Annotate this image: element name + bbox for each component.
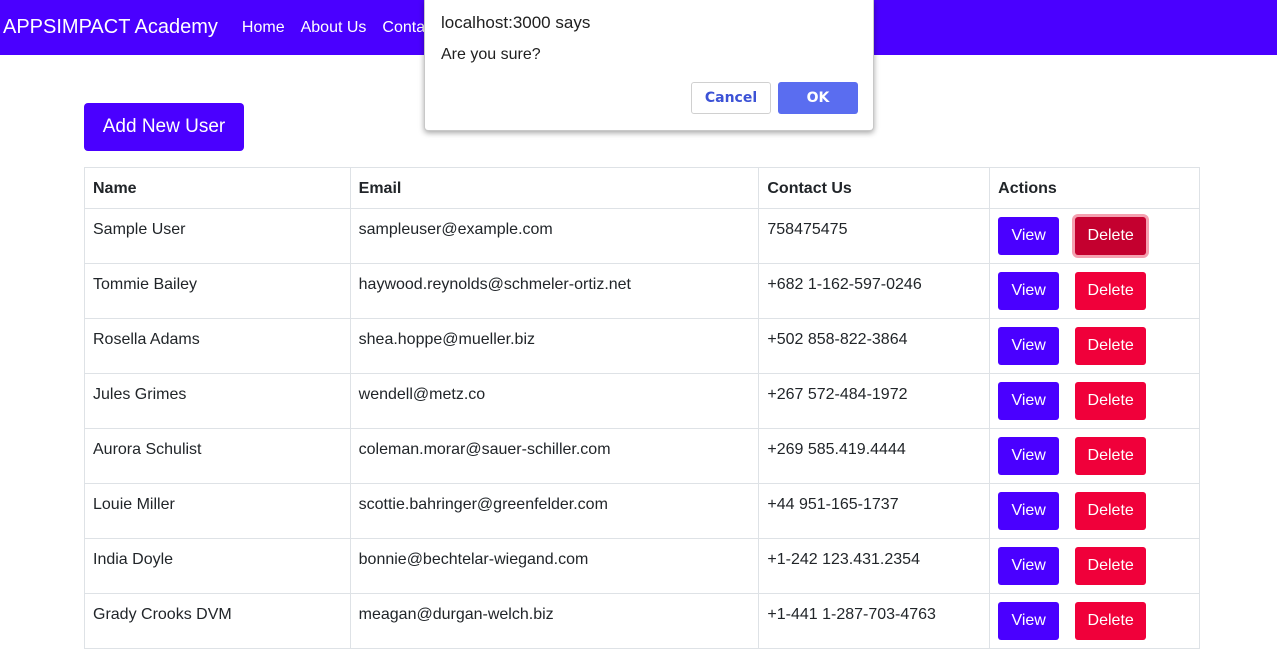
cell-name: Aurora Schulist: [84, 428, 351, 484]
view-button[interactable]: View: [998, 602, 1060, 640]
table-row: Louie Miller scottie.bahringer@greenfeld…: [84, 483, 1200, 539]
cell-name: Grady Crooks DVM: [84, 593, 351, 649]
dialog-title: localhost:3000 says: [441, 13, 591, 32]
view-button[interactable]: View: [998, 217, 1060, 255]
delete-button[interactable]: Delete: [1075, 272, 1147, 310]
delete-button[interactable]: Delete: [1075, 327, 1147, 365]
header-name: Name: [84, 167, 351, 209]
cell-actions: View Delete: [989, 538, 1200, 594]
view-button[interactable]: View: [998, 492, 1060, 530]
nav-link-home[interactable]: Home: [242, 19, 285, 37]
cell-contact: +502 858-822-3864: [758, 318, 991, 374]
delete-button[interactable]: Delete: [1075, 437, 1147, 475]
brand-logo[interactable]: APPSIMPACT Academy: [3, 16, 218, 39]
cell-email: haywood.reynolds@schmeler-ortiz.net: [349, 263, 760, 319]
table-row: India Doyle bonnie@bechtelar-wiegand.com…: [84, 538, 1200, 594]
cell-contact: +682 1-162-597-0246: [758, 263, 991, 319]
cell-name: Rosella Adams: [84, 318, 351, 374]
cell-name: Jules Grimes: [84, 373, 351, 429]
cell-contact: +1-242 123.431.2354: [758, 538, 991, 594]
cell-contact: +269 585.419.4444: [758, 428, 991, 484]
add-new-user-button[interactable]: Add New User: [84, 103, 244, 151]
dialog-cancel-button[interactable]: Cancel: [691, 82, 771, 114]
header-contact: Contact Us: [758, 167, 991, 209]
cell-actions: View Delete: [989, 373, 1200, 429]
cell-actions: View Delete: [989, 263, 1200, 319]
cell-contact: 758475475: [758, 208, 991, 264]
view-button[interactable]: View: [998, 437, 1060, 475]
cell-name: Sample User: [84, 208, 351, 264]
delete-button[interactable]: Delete: [1075, 382, 1147, 420]
cell-contact: +267 572-484-1972: [758, 373, 991, 429]
cell-contact: +44 951-165-1737: [758, 483, 991, 539]
cell-actions: View Delete: [989, 483, 1200, 539]
cell-actions: View Delete: [989, 593, 1200, 649]
cell-email: shea.hoppe@mueller.biz: [349, 318, 760, 374]
dialog-message: Are you sure?: [441, 46, 541, 63]
cell-name: Louie Miller: [84, 483, 351, 539]
cell-email: coleman.morar@sauer-schiller.com: [349, 428, 760, 484]
table-row: Rosella Adams shea.hoppe@mueller.biz +50…: [84, 318, 1200, 374]
delete-button[interactable]: Delete: [1075, 602, 1147, 640]
view-button[interactable]: View: [998, 327, 1060, 365]
cell-actions: View Delete: [989, 318, 1200, 374]
cell-email: bonnie@bechtelar-wiegand.com: [349, 538, 760, 594]
view-button[interactable]: View: [998, 547, 1060, 585]
table-header-row: Name Email Contact Us Actions: [84, 167, 1200, 209]
table-row: Sample User sampleuser@example.com 75847…: [84, 208, 1200, 264]
view-button[interactable]: View: [998, 382, 1060, 420]
confirm-dialog: localhost:3000 says Are you sure? Cancel…: [424, 0, 874, 131]
nav-link-about[interactable]: About Us: [301, 19, 367, 37]
table-row: Jules Grimes wendell@metz.co +267 572-48…: [84, 373, 1200, 429]
cell-email: sampleuser@example.com: [349, 208, 760, 264]
cell-actions: View Delete: [989, 428, 1200, 484]
table-row: Tommie Bailey haywood.reynolds@schmeler-…: [84, 263, 1200, 319]
header-email: Email: [349, 167, 760, 209]
cell-contact: +1-441 1-287-703-4763: [758, 593, 991, 649]
delete-button[interactable]: Delete: [1075, 547, 1147, 585]
delete-button[interactable]: Delete: [1075, 492, 1147, 530]
delete-button[interactable]: Delete: [1075, 217, 1147, 255]
cell-email: scottie.bahringer@greenfelder.com: [349, 483, 760, 539]
table-row: Aurora Schulist coleman.morar@sauer-schi…: [84, 428, 1200, 484]
cell-email: meagan@durgan-welch.biz: [349, 593, 760, 649]
cell-actions: View Delete: [989, 208, 1200, 264]
users-table: Name Email Contact Us Actions Sample Use…: [84, 167, 1200, 649]
dialog-ok-button[interactable]: OK: [778, 82, 858, 114]
view-button[interactable]: View: [998, 272, 1060, 310]
header-actions: Actions: [989, 167, 1200, 209]
cell-email: wendell@metz.co: [349, 373, 760, 429]
cell-name: Tommie Bailey: [84, 263, 351, 319]
cell-name: India Doyle: [84, 538, 351, 594]
table-row: Grady Crooks DVM meagan@durgan-welch.biz…: [84, 593, 1200, 649]
